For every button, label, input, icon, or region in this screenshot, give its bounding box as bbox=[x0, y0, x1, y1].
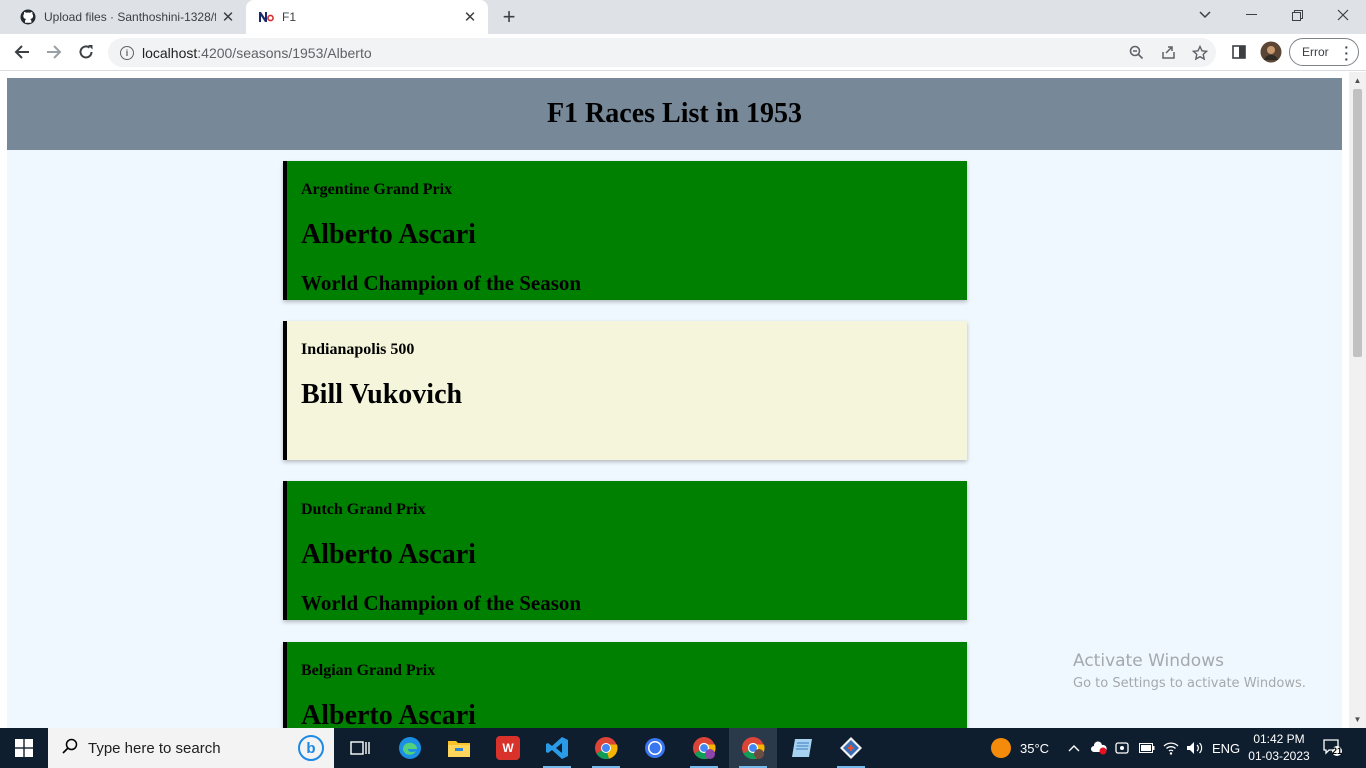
profile-error-button[interactable]: Error · · · bbox=[1289, 38, 1359, 66]
url-text[interactable]: localhost:4200/seasons/1953/Alberto bbox=[142, 45, 1120, 61]
race-name: Indianapolis 500 bbox=[301, 341, 415, 358]
winner-name: Alberto Ascari bbox=[301, 700, 476, 728]
clock-date: 01-03-2023 bbox=[1248, 749, 1310, 763]
windows-taskbar: Type here to search b W 35°C ENG 01:42 P… bbox=[0, 728, 1366, 768]
winner-name: Alberto Ascari bbox=[301, 219, 476, 250]
back-button[interactable] bbox=[8, 38, 36, 66]
menu-kebab-icon[interactable]: · · · bbox=[1344, 40, 1349, 66]
watermark-title: Activate Windows bbox=[1073, 651, 1224, 671]
language-text: ENG bbox=[1212, 740, 1241, 756]
search-placeholder: Type here to search bbox=[88, 739, 221, 757]
race-name: Belgian Grand Prix bbox=[301, 662, 436, 679]
zoom-icon[interactable] bbox=[1120, 38, 1152, 67]
page-body: F1 Races List in 1953 Argentine Grand Pr… bbox=[7, 78, 1342, 728]
url-host: localhost bbox=[142, 44, 198, 61]
share-icon[interactable] bbox=[1152, 38, 1184, 67]
reload-button[interactable] bbox=[72, 38, 100, 66]
sun-icon bbox=[991, 738, 1011, 758]
race-card[interactable]: Dutch Grand Prix Alberto Ascari World Ch… bbox=[283, 481, 967, 620]
forward-button[interactable] bbox=[40, 38, 68, 66]
search-icon bbox=[62, 738, 78, 759]
bookmark-star-icon[interactable] bbox=[1184, 38, 1216, 67]
git-icon[interactable] bbox=[827, 728, 875, 768]
close-tab-icon[interactable]: ✕ bbox=[216, 5, 240, 29]
language-indicator[interactable]: ENG bbox=[1212, 728, 1240, 768]
browser-toolbar: i localhost:4200/seasons/1953/Alberto Er… bbox=[0, 34, 1366, 71]
tab-f1[interactable]: F1 ✕ bbox=[246, 0, 488, 34]
restore-button[interactable] bbox=[1274, 0, 1320, 30]
error-label: Error bbox=[1302, 45, 1329, 59]
url-path: :4200/seasons/1953/Alberto bbox=[197, 44, 372, 61]
bing-icon[interactable]: b bbox=[298, 735, 324, 761]
vertical-scrollbar[interactable]: ▲ ▼ bbox=[1349, 72, 1366, 728]
weather-widget[interactable]: 35°C bbox=[990, 728, 1049, 768]
champion-label: World Champion of the Season bbox=[301, 591, 582, 615]
app-icon[interactable]: W bbox=[484, 728, 532, 768]
address-bar[interactable]: i localhost:4200/seasons/1953/Alberto bbox=[108, 38, 1216, 67]
taskbar-clock[interactable]: 01:42 PM 01-03-2023 bbox=[1244, 731, 1314, 765]
notification-count: 21 bbox=[1332, 746, 1343, 756]
nest-icon bbox=[258, 9, 274, 25]
new-tab-button[interactable]: + bbox=[496, 4, 522, 29]
github-icon bbox=[20, 9, 36, 25]
onedrive-icon[interactable] bbox=[1090, 728, 1108, 768]
temperature-text: 35°C bbox=[1020, 740, 1050, 756]
windows-icon bbox=[15, 739, 33, 757]
champion-label: World Champion of the Season bbox=[301, 271, 582, 295]
vscode-icon[interactable] bbox=[533, 728, 581, 768]
notepad-icon[interactable] bbox=[778, 728, 826, 768]
task-view-icon[interactable] bbox=[336, 728, 384, 768]
meet-now-icon[interactable] bbox=[1115, 728, 1129, 768]
close-tab-icon[interactable]: ✕ bbox=[458, 5, 482, 29]
race-name: Dutch Grand Prix bbox=[301, 501, 426, 518]
winner-name: Bill Vukovich bbox=[301, 379, 463, 410]
page-viewport: F1 Races List in 1953 Argentine Grand Pr… bbox=[0, 72, 1366, 728]
race-name: Argentine Grand Prix bbox=[301, 181, 453, 198]
scrollbar-thumb[interactable] bbox=[1353, 89, 1362, 357]
race-card[interactable]: Belgian Grand Prix Alberto Ascari bbox=[283, 642, 967, 728]
race-card[interactable]: Indianapolis 500 Bill Vukovich bbox=[283, 321, 967, 460]
chrome-icon[interactable] bbox=[582, 728, 630, 768]
side-panel-icon[interactable] bbox=[1225, 38, 1253, 66]
clock-time: 01:42 PM bbox=[1253, 732, 1305, 746]
tab-title: Upload files · Santhoshini-1328/f bbox=[44, 10, 216, 24]
battery-icon[interactable] bbox=[1139, 728, 1155, 768]
profile-avatar[interactable] bbox=[1257, 38, 1285, 66]
taskbar-search-box[interactable]: Type here to search b bbox=[48, 728, 334, 768]
volume-icon[interactable] bbox=[1186, 728, 1204, 768]
tab-title: F1 bbox=[282, 10, 297, 24]
start-button[interactable] bbox=[0, 728, 48, 768]
watermark-subtitle: Go to Settings to activate Windows. bbox=[1073, 676, 1306, 691]
file-explorer-icon[interactable] bbox=[435, 728, 483, 768]
close-window-button[interactable] bbox=[1320, 0, 1366, 30]
winner-name: Alberto Ascari bbox=[301, 539, 476, 570]
tab-strip: Upload files · Santhoshini-1328/f ✕ F1 ✕… bbox=[0, 0, 1366, 34]
show-hidden-icons-icon[interactable] bbox=[1068, 728, 1080, 768]
scroll-down-arrow-icon[interactable]: ▼ bbox=[1349, 711, 1366, 728]
tab-upload-files[interactable]: Upload files · Santhoshini-1328/f ✕ bbox=[8, 0, 246, 34]
chrome-profile-icon[interactable] bbox=[680, 728, 728, 768]
page-title: F1 Races List in 1953 bbox=[546, 98, 803, 129]
edge-icon[interactable] bbox=[386, 728, 434, 768]
minimize-button[interactable] bbox=[1228, 0, 1274, 30]
app-icon-badge: W bbox=[496, 736, 520, 760]
activate-windows-watermark: Activate Windows Go to Settings to activ… bbox=[1073, 651, 1306, 691]
race-card[interactable]: Argentine Grand Prix Alberto Ascari Worl… bbox=[283, 161, 967, 300]
notification-center-button[interactable]: 21 bbox=[1322, 738, 1348, 758]
site-info-icon[interactable]: i bbox=[120, 45, 134, 60]
signal-icon[interactable] bbox=[631, 728, 679, 768]
tab-search-icon[interactable] bbox=[1182, 0, 1228, 30]
page-header: F1 Races List in 1953 bbox=[7, 78, 1342, 150]
chrome-active-icon[interactable] bbox=[729, 728, 777, 768]
wifi-icon[interactable] bbox=[1163, 728, 1179, 768]
scroll-up-arrow-icon[interactable]: ▲ bbox=[1349, 72, 1366, 89]
